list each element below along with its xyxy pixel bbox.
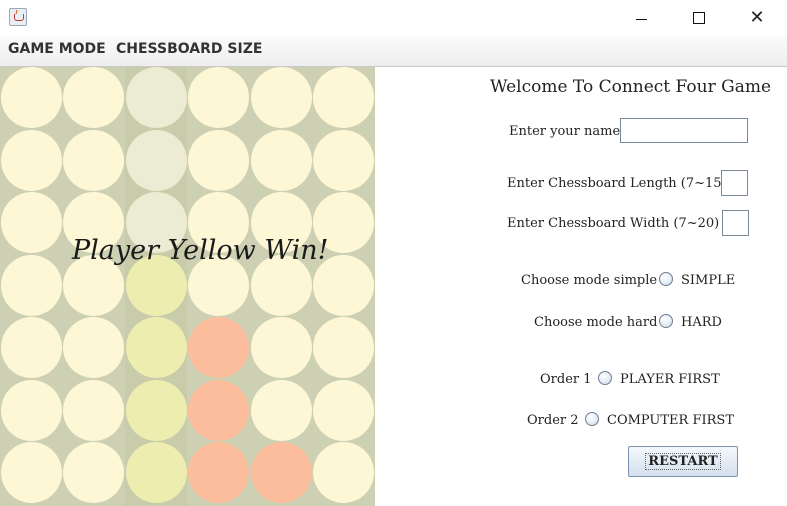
name-label: Enter your name (509, 124, 621, 139)
menu-bar: GAME MODE CHESSBOARD SIZE (0, 36, 787, 67)
order2-label: Order 2 (527, 413, 579, 428)
board-cell-empty_faded[interactable] (125, 67, 187, 128)
board-cell-empty[interactable] (313, 442, 374, 503)
settings-panel: Welcome To Connect Four Game Enter your … (375, 67, 787, 506)
board-cell-empty[interactable] (63, 379, 124, 441)
menu-chessboard-size[interactable]: CHESSBOARD SIZE (116, 41, 262, 57)
menu-game-mode[interactable]: GAME MODE (8, 41, 106, 57)
board-cell-red[interactable] (188, 379, 249, 441)
board-cell-empty[interactable] (0, 317, 62, 378)
board-cell-empty[interactable] (63, 317, 124, 378)
board-cell-empty[interactable] (0, 129, 62, 191)
mode-hard-radio[interactable] (659, 314, 673, 328)
mode-hard-option[interactable]: HARD (681, 315, 722, 330)
board-cell-yellow[interactable] (125, 317, 187, 378)
computer-first-option[interactable]: COMPUTER FIRST (607, 413, 734, 428)
game-board[interactable]: Player Yellow Win! (0, 67, 375, 506)
order1-label: Order 1 (540, 372, 592, 387)
mode-hard-label: Choose mode hard (534, 315, 658, 330)
player-first-option[interactable]: PLAYER FIRST (620, 372, 720, 387)
board-cell-empty[interactable] (313, 129, 374, 191)
maximize-icon (693, 12, 705, 24)
java-app-icon (9, 8, 27, 26)
win-message: Player Yellow Win! (72, 235, 329, 266)
name-input[interactable] (620, 118, 748, 143)
board-cell-red[interactable] (188, 317, 249, 378)
board-cell-empty[interactable] (0, 192, 62, 253)
close-icon: ✕ (749, 7, 765, 28)
computer-first-radio[interactable] (585, 412, 599, 426)
width-input[interactable] (722, 210, 749, 236)
board-cell-yellow[interactable] (125, 379, 187, 441)
board-cell-empty[interactable] (313, 67, 374, 128)
welcome-title: Welcome To Connect Four Game (490, 77, 772, 97)
board-cell-yellow[interactable] (125, 442, 187, 503)
board-cell-empty[interactable] (250, 67, 312, 128)
mode-simple-label: Choose mode simple (521, 273, 658, 288)
length-label: Enter Chessboard Length (7~15) (507, 176, 727, 191)
board-cell-empty[interactable] (63, 67, 124, 128)
close-button[interactable]: ✕ (728, 0, 786, 36)
board-cell-empty[interactable] (250, 379, 312, 441)
minimize-button[interactable] (612, 0, 670, 36)
mode-simple-option[interactable]: SIMPLE (681, 273, 735, 288)
length-input[interactable] (721, 170, 748, 196)
board-cell-empty[interactable] (0, 442, 62, 503)
player-first-radio[interactable] (598, 371, 612, 385)
board-cell-empty[interactable] (0, 379, 62, 441)
mode-simple-radio[interactable] (659, 272, 673, 286)
board-cell-empty[interactable] (313, 317, 374, 378)
board-cell-empty_faded[interactable] (125, 129, 187, 191)
board-cell-empty[interactable] (313, 379, 374, 441)
board-cell-empty[interactable] (250, 129, 312, 191)
board-cell-red[interactable] (250, 442, 312, 503)
board-cell-red[interactable] (188, 442, 249, 503)
title-bar: ✕ (0, 0, 787, 36)
board-cell-empty[interactable] (250, 317, 312, 378)
board-cell-empty[interactable] (188, 129, 249, 191)
board-cell-empty[interactable] (188, 67, 249, 128)
board-cell-empty[interactable] (0, 67, 62, 128)
minimize-icon (635, 18, 647, 20)
restart-button[interactable]: RESTART (628, 446, 738, 477)
restart-label: RESTART (645, 453, 721, 470)
board-cell-empty[interactable] (0, 254, 62, 316)
maximize-button[interactable] (670, 0, 728, 36)
width-label: Enter Chessboard Width (7~20) (507, 216, 720, 231)
board-cell-empty[interactable] (63, 442, 124, 503)
board-cell-empty[interactable] (63, 129, 124, 191)
